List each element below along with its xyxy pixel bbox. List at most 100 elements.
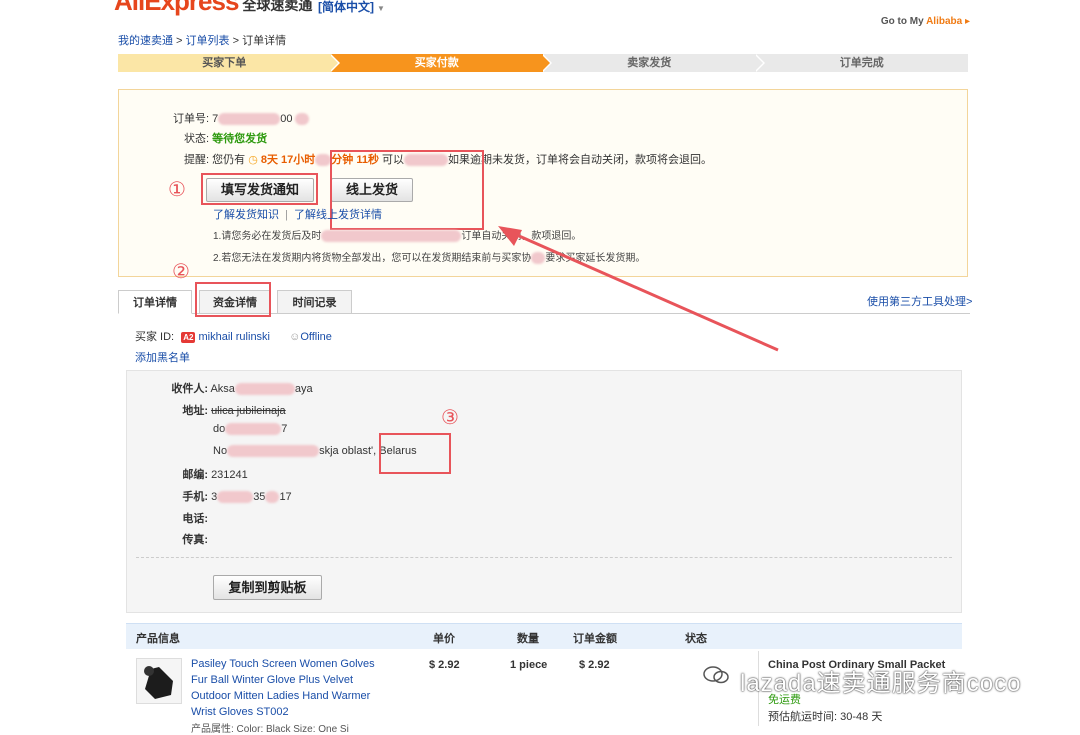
breadcrumb-my-aliexpress[interactable]: 我的速卖通 xyxy=(118,35,173,47)
wechat-icon xyxy=(703,665,729,685)
fill-shipping-notice-button[interactable]: 填写发货通知 xyxy=(206,178,314,202)
annotation-marker-1: ① xyxy=(168,179,186,201)
note1-text: 1.请您务必在发货后及时 xyxy=(213,231,322,242)
redaction-blur xyxy=(265,491,280,504)
eta-label: 预估航运时间: xyxy=(768,711,838,723)
chevron-right-icon: ▸ xyxy=(962,16,970,27)
countdown-timer: 8天 17小时 xyxy=(260,154,316,166)
product-table-header: 产品信息 单价 数量 订单金额 状态 xyxy=(126,623,962,649)
chevron-down-icon: ▼ xyxy=(377,4,385,13)
step-label: 订单完成 xyxy=(839,57,884,69)
product-title-line: Pasiley Touch Screen Women Golves xyxy=(191,658,375,670)
product-title-line: Wrist Gloves ST002 xyxy=(191,706,289,718)
buyer-online-status[interactable]: Offline xyxy=(300,331,332,343)
buyer-name-link[interactable]: mikhail rulinski xyxy=(198,331,270,343)
quantity-value: 1 piece xyxy=(510,659,548,671)
address-line1: ulica jubileinaja xyxy=(211,405,286,417)
mobile-mid: 35 xyxy=(253,491,266,503)
order-number-suffix: 00 xyxy=(280,113,293,125)
product-title-line: Fur Ball Winter Glove Plus Velvet xyxy=(191,674,354,686)
reminder-text: 如果逾期未发货，订单将会自动关闭，款项将会退回。 xyxy=(448,154,713,166)
product-thumbnail[interactable] xyxy=(136,658,182,704)
step-order-complete: 订单完成 xyxy=(755,54,968,72)
shipping-help-links: 了解发货知识 | 了解线上发货详情 xyxy=(213,206,382,222)
address-line2-suffix: 7 xyxy=(281,423,288,435)
fax-row: 传真: xyxy=(148,531,208,547)
tel-label: 电话: xyxy=(182,513,208,525)
address-label: 地址: xyxy=(182,405,208,417)
tab-order-details[interactable]: 订单详情 xyxy=(118,290,192,314)
product-title-link[interactable]: Pasiley Touch Screen Women Golves Fur Ba… xyxy=(191,656,391,720)
buyer-level-badge: A2 xyxy=(181,332,196,343)
col-status: 状态 xyxy=(685,633,707,645)
tab-time-log[interactable]: 时间记录 xyxy=(277,290,352,314)
goto-prefix: Go to My xyxy=(880,16,927,27)
redaction-blur xyxy=(294,113,309,126)
tel-row: 电话: xyxy=(148,510,208,526)
logo-subtitle: 全球速卖通 xyxy=(242,0,313,13)
annotation-arrow xyxy=(498,226,779,352)
language-selector[interactable]: [简体中文] ▼ xyxy=(318,0,385,15)
zip-row: 邮编: 231241 xyxy=(148,466,248,482)
fax-label: 传真: xyxy=(182,534,208,546)
mobile-label: 手机: xyxy=(182,491,208,503)
zip-label: 邮编: xyxy=(182,469,208,481)
redaction-blur xyxy=(225,423,282,436)
language-label: [简体中文] xyxy=(318,0,374,14)
buyer-id-row: 买家 ID: A2 mikhail rulinski ☺Offline xyxy=(135,328,332,344)
eta-value: 30-48 天 xyxy=(840,711,883,723)
goto-my-alibaba-link[interactable]: Go to My Alibaba ▸ xyxy=(881,16,970,27)
annotation-marker-2: ② xyxy=(172,261,190,283)
aliexpress-logo[interactable]: AliExpress 全球速卖通 xyxy=(114,0,312,17)
redaction-blur xyxy=(218,113,281,126)
address-line3-mid: skja oblast', xyxy=(319,445,377,457)
step-label: 买家付款 xyxy=(414,57,459,69)
recipient-label: 收件人: xyxy=(171,383,208,395)
chat-bubble-icon: ☺ xyxy=(289,331,301,343)
product-attributes: 产品属性: Color: Black Size: One Si xyxy=(191,724,349,735)
step-divider xyxy=(541,54,550,72)
breadcrumb-sep: > xyxy=(173,35,186,47)
reminder-prefix: 您仍有 xyxy=(212,154,246,166)
breadcrumb-current: 订单详情 xyxy=(242,35,287,47)
add-blacklist-link[interactable]: 添加黑名单 xyxy=(135,349,190,365)
online-shipping-details-link[interactable]: 了解线上发货详情 xyxy=(294,209,382,221)
third-party-tools-link[interactable]: 使用第三方工具处理> xyxy=(867,293,972,309)
address-row: 地址: ulica jubileinaja xyxy=(148,402,286,418)
redaction-blur xyxy=(315,154,332,167)
alibaba-brand: Alibaba xyxy=(926,16,963,27)
redaction-blur xyxy=(217,491,254,504)
breadcrumb: 我的速卖通 > 订单列表 > 订单详情 xyxy=(118,32,286,48)
recipient-value-end: aya xyxy=(294,383,313,395)
col-order-amount: 订单金额 xyxy=(573,633,617,645)
order-number-label: 订单号: xyxy=(173,113,210,125)
step-divider xyxy=(328,54,338,72)
glove-icon xyxy=(144,666,173,699)
status-label: 状态: xyxy=(184,133,210,145)
shipping-knowledge-link[interactable]: 了解发货知识 xyxy=(213,209,279,221)
unit-price-value: $ 2.92 xyxy=(429,659,460,671)
redaction-blur xyxy=(234,383,295,396)
address-line2: do 7 xyxy=(213,423,288,436)
zip-value: 231241 xyxy=(211,469,248,481)
recipient-value: Aksa xyxy=(210,383,235,395)
copy-to-clipboard-button[interactable]: 复制到剪贴板 xyxy=(213,575,322,600)
clock-icon: ◷ xyxy=(248,154,258,166)
step-label: 卖家发货 xyxy=(627,57,672,69)
col-quantity: 数量 xyxy=(517,633,539,645)
order-progress-bar: 买家下单 买家付款 卖家发货 订单完成 xyxy=(118,54,968,72)
address-line3-prefix: No xyxy=(213,445,228,457)
watermark-text: lazada速卖通服务商coco xyxy=(740,670,1022,697)
order-amount-value: $ 2.92 xyxy=(579,659,610,671)
breadcrumb-order-list[interactable]: 订单列表 xyxy=(186,35,230,47)
step-seller-shipping: 卖家发货 xyxy=(543,54,765,72)
logo-text: AliExpress xyxy=(114,0,239,16)
product-title-line: Outdoor Mitten Ladies Hand Warmer xyxy=(191,690,371,702)
mobile-suffix: 17 xyxy=(279,491,292,503)
step-divider xyxy=(753,54,763,72)
annotation-marker-3: ③ xyxy=(441,407,459,429)
step-buyer-payment: 买家付款 xyxy=(330,54,552,72)
step-buyer-order: 买家下单 xyxy=(118,54,340,72)
reminder-label: 提醒: xyxy=(184,154,210,166)
mobile-row: 手机: 3 35 17 xyxy=(148,488,292,504)
